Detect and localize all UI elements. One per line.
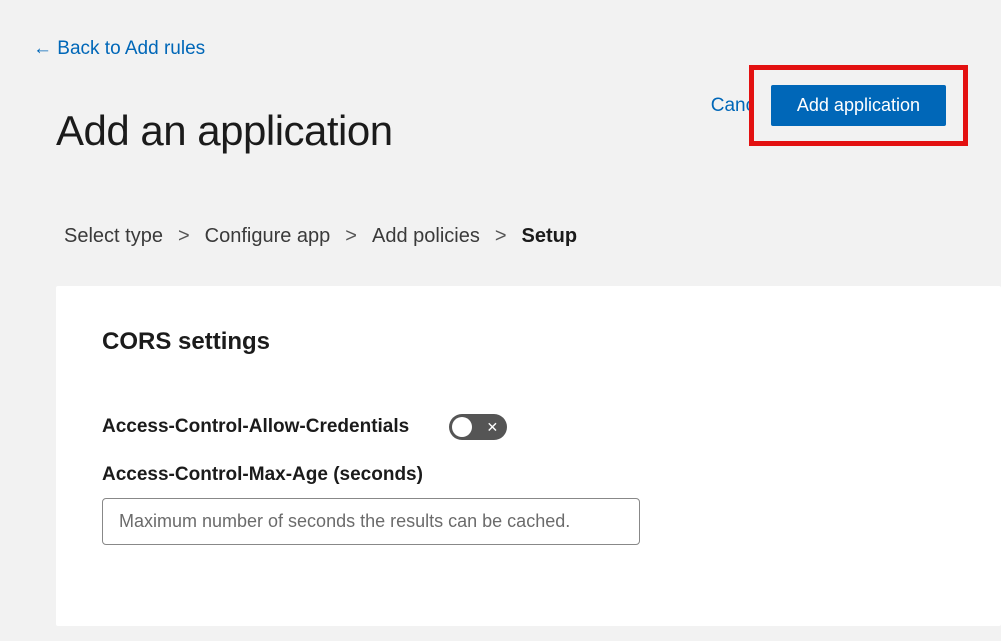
back-link[interactable]: ← Back to Add rules: [0, 0, 205, 60]
chevron-right-icon: >: [178, 225, 190, 248]
breadcrumb-step-select-type[interactable]: Select type: [64, 225, 163, 248]
add-application-button[interactable]: Add application: [771, 85, 946, 126]
highlight-box: Add application: [749, 65, 968, 146]
toggle-knob: [452, 417, 472, 437]
breadcrumb-step-configure-app[interactable]: Configure app: [205, 225, 331, 248]
header-row: Add an application Cancel Add applicatio…: [0, 90, 1001, 171]
cors-settings-card: CORS settings Access-Control-Allow-Crede…: [56, 286, 1001, 626]
chevron-right-icon: >: [495, 225, 507, 248]
cors-settings-title: CORS settings: [102, 328, 955, 356]
allow-credentials-row: Access-Control-Allow-Credentials ✕: [102, 414, 955, 440]
breadcrumb: Select type > Configure app > Add polici…: [0, 171, 1001, 248]
chevron-right-icon: >: [345, 225, 357, 248]
action-buttons: Cancel Add application: [711, 65, 968, 146]
max-age-field: Access-Control-Max-Age (seconds): [102, 464, 955, 545]
close-icon: ✕: [487, 420, 499, 434]
breadcrumb-step-setup: Setup: [522, 225, 578, 248]
max-age-label: Access-Control-Max-Age (seconds): [102, 464, 955, 486]
max-age-input[interactable]: [102, 498, 640, 545]
allow-credentials-toggle[interactable]: ✕: [449, 414, 507, 440]
page-title: Add an application: [56, 107, 393, 155]
allow-credentials-label: Access-Control-Allow-Credentials: [102, 416, 409, 438]
breadcrumb-step-add-policies[interactable]: Add policies: [372, 225, 480, 248]
